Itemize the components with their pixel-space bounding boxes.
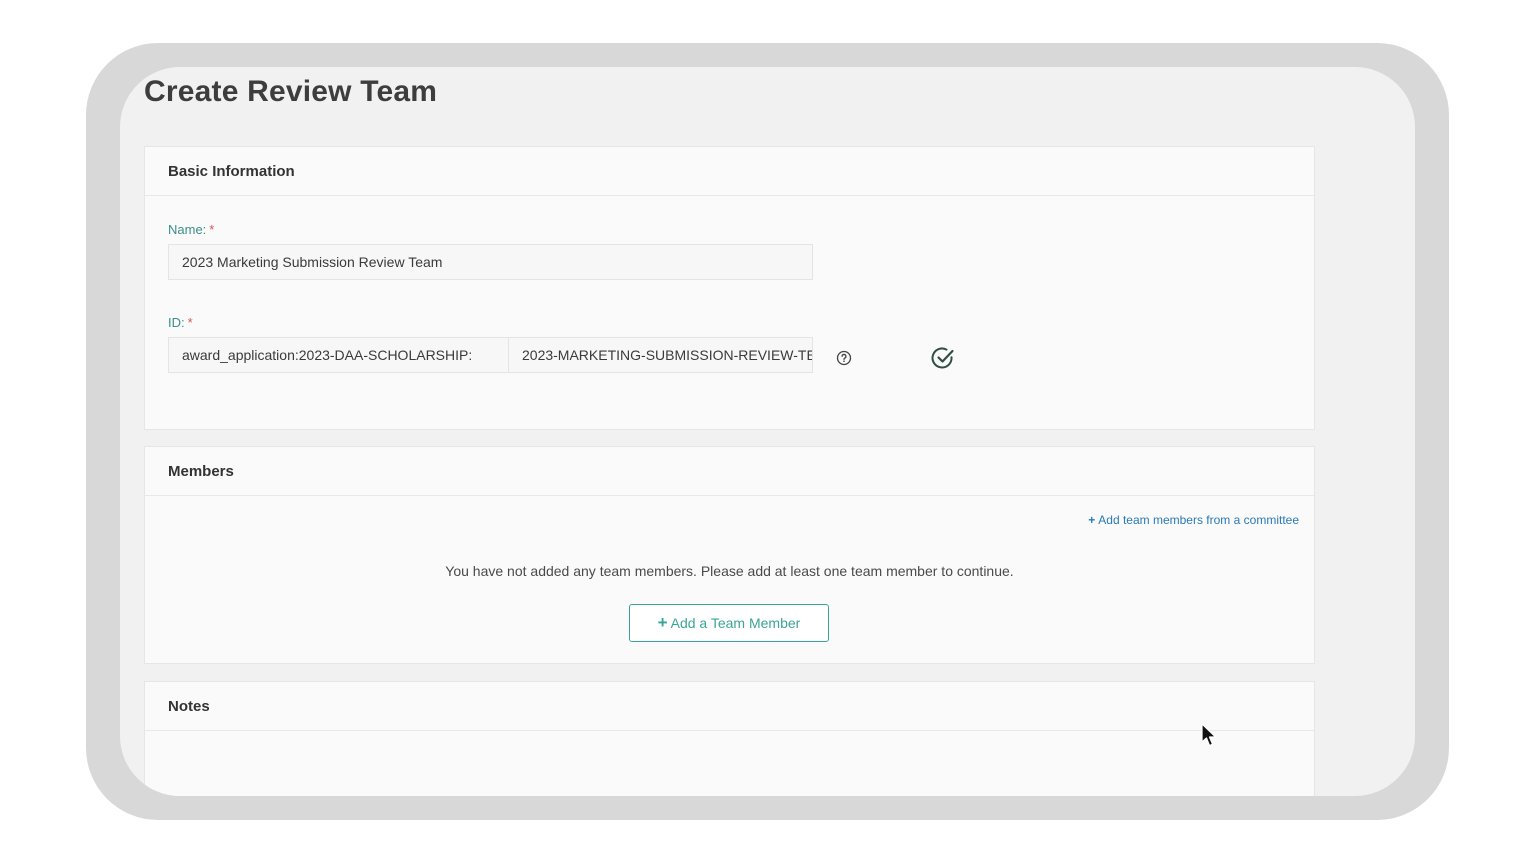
add-committee-link-label: Add team members from a committee [1098, 513, 1299, 527]
basic-information-heading: Basic Information [145, 147, 1314, 196]
mouse-cursor-icon [1201, 723, 1217, 747]
members-panel: Members + Add team members from a committ… [144, 446, 1315, 664]
check-circle-icon [931, 347, 954, 369]
name-label: Name: * [168, 222, 214, 237]
required-marker: * [209, 222, 215, 237]
notes-panel: Notes [144, 681, 1315, 796]
app-screen: Create Review Team Basic Information Nam… [120, 67, 1415, 796]
add-team-member-button[interactable]: + Add a Team Member [629, 604, 829, 642]
id-label-text: ID: [168, 315, 185, 330]
page-title: Create Review Team [144, 75, 438, 108]
plus-icon: + [1088, 513, 1096, 527]
basic-information-panel: Basic Information Name: * 2023 Marketing … [144, 146, 1315, 430]
id-input[interactable]: 2023-MARKETING-SUBMISSION-REVIEW-TEAM [508, 337, 813, 373]
id-label: ID: * [168, 315, 193, 330]
name-label-text: Name: [168, 222, 207, 237]
plus-icon: + [657, 613, 668, 632]
add-committee-members-link[interactable]: + Add team members from a committee [1088, 513, 1299, 527]
add-team-member-label: Add a Team Member [670, 615, 801, 631]
id-prefix-field: award_application:2023-DAA-SCHOLARSHIP: [168, 337, 509, 373]
question-circle-icon[interactable] [836, 350, 852, 366]
name-input[interactable]: 2023 Marketing Submission Review Team [168, 244, 813, 280]
empty-members-message: You have not added any team members. Ple… [445, 563, 1014, 579]
notes-heading: Notes [145, 682, 1314, 731]
members-heading: Members [145, 447, 1314, 496]
required-marker: * [187, 315, 193, 330]
